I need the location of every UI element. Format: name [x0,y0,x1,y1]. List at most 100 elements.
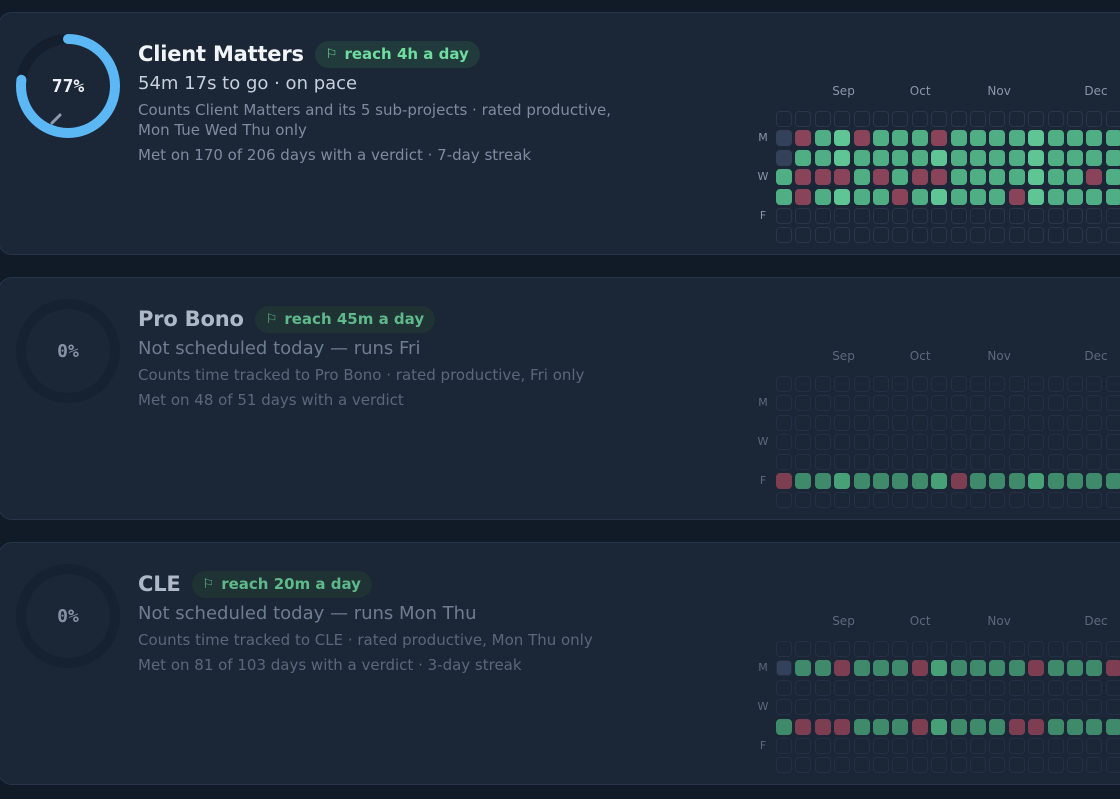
heatmap-day-cell[interactable] [931,149,948,166]
heatmap-day-cell[interactable] [970,473,986,489]
heatmap-day-cell[interactable] [1028,641,1045,657]
heatmap-day-cell[interactable] [1047,208,1064,224]
heatmap-day-cell[interactable] [1067,699,1083,716]
heatmap-day-cell[interactable] [853,757,870,774]
heatmap-day-cell[interactable] [892,227,909,244]
heatmap-day-cell[interactable] [776,395,792,412]
heatmap-day-cell[interactable] [1047,149,1064,166]
heatmap-day-cell[interactable] [853,453,870,470]
heatmap-day-cell[interactable] [814,660,831,677]
heatmap-day-cell[interactable] [795,130,812,147]
heatmap-day-cell[interactable] [1008,395,1025,412]
heatmap-day-cell[interactable] [931,473,948,489]
heatmap-day-cell[interactable] [853,434,870,451]
heatmap-day-cell[interactable] [1047,227,1064,244]
heatmap-day-cell[interactable] [873,111,889,127]
heatmap-day-cell[interactable] [776,169,792,186]
heatmap-day-cell[interactable] [1067,169,1083,186]
heatmap-day-cell[interactable] [911,453,928,470]
heatmap-day-cell[interactable] [1028,130,1045,147]
heatmap-day-cell[interactable] [873,208,889,224]
heatmap-day-cell[interactable] [795,414,812,431]
heatmap-day-cell[interactable] [989,395,1006,412]
heatmap-day-cell[interactable] [1067,679,1083,696]
heatmap-day-cell[interactable] [1028,473,1045,489]
heatmap-day-cell[interactable] [950,492,967,509]
heatmap-day-cell[interactable] [873,188,889,205]
heatmap-day-cell[interactable] [1105,395,1120,412]
heatmap-day-cell[interactable] [1008,414,1025,431]
heatmap-day-cell[interactable] [970,453,986,470]
heatmap-day-cell[interactable] [873,718,889,735]
goal-card-cle[interactable]: 0% CLE ⚐ reach 20m a day Not scheduled t… [0,542,1120,785]
heatmap-day-cell[interactable] [911,188,928,205]
heatmap-day-cell[interactable] [1028,660,1045,677]
heatmap-day-cell[interactable] [1047,453,1064,470]
heatmap-day-cell[interactable] [892,208,909,224]
heatmap-day-cell[interactable] [1067,376,1083,392]
heatmap-day-cell[interactable] [911,149,928,166]
heatmap-day-cell[interactable] [989,699,1006,716]
heatmap-day-cell[interactable] [970,376,986,392]
heatmap-day-cell[interactable] [834,738,851,754]
heatmap-day-cell[interactable] [1086,208,1103,224]
heatmap-day-cell[interactable] [776,130,792,147]
heatmap-day-cell[interactable] [911,641,928,657]
heatmap-day-cell[interactable] [950,679,967,696]
heatmap-day-cell[interactable] [795,169,812,186]
heatmap-day-cell[interactable] [853,679,870,696]
heatmap-day-cell[interactable] [814,227,831,244]
heatmap-day-cell[interactable] [1047,660,1064,677]
heatmap-day-cell[interactable] [950,453,967,470]
heatmap-day-cell[interactable] [776,738,792,754]
heatmap-day-cell[interactable] [931,660,948,677]
heatmap-day-cell[interactable] [950,111,967,127]
heatmap-day-cell[interactable] [1086,699,1103,716]
heatmap-day-cell[interactable] [1008,111,1025,127]
heatmap-day-cell[interactable] [931,641,948,657]
heatmap-day-cell[interactable] [950,718,967,735]
heatmap-day-cell[interactable] [1028,208,1045,224]
heatmap-day-cell[interactable] [814,395,831,412]
heatmap-day-cell[interactable] [970,738,986,754]
heatmap-day-cell[interactable] [1047,395,1064,412]
heatmap-day-cell[interactable] [892,757,909,774]
heatmap-day-cell[interactable] [931,492,948,509]
heatmap-day-cell[interactable] [892,434,909,451]
heatmap-day-cell[interactable] [1028,111,1045,127]
heatmap-day-cell[interactable] [873,473,889,489]
heatmap-day-cell[interactable] [1047,738,1064,754]
heatmap-day-cell[interactable] [950,641,967,657]
heatmap-day-cell[interactable] [873,660,889,677]
heatmap-day-cell[interactable] [931,227,948,244]
heatmap-day-cell[interactable] [1028,169,1045,186]
heatmap-day-cell[interactable] [970,641,986,657]
heatmap-day-cell[interactable] [911,738,928,754]
heatmap-day-cell[interactable] [814,453,831,470]
heatmap-day-cell[interactable] [970,149,986,166]
heatmap-day-cell[interactable] [931,395,948,412]
heatmap-day-cell[interactable] [1008,492,1025,509]
goal-title[interactable]: Client Matters [138,42,304,66]
heatmap-day-cell[interactable] [873,169,889,186]
heatmap-day-cell[interactable] [1067,395,1083,412]
heatmap-day-cell[interactable] [1067,149,1083,166]
heatmap-day-cell[interactable] [1008,738,1025,754]
heatmap-day-cell[interactable] [1008,718,1025,735]
heatmap-day-cell[interactable] [911,130,928,147]
heatmap-day-cell[interactable] [950,395,967,412]
heatmap-day-cell[interactable] [950,227,967,244]
heatmap-day-cell[interactable] [814,718,831,735]
heatmap-day-cell[interactable] [1105,169,1120,186]
heatmap-day-cell[interactable] [989,130,1006,147]
heatmap-day-cell[interactable] [1086,679,1103,696]
heatmap-day-cell[interactable] [834,208,851,224]
heatmap-day-cell[interactable] [795,376,812,392]
heatmap-day-cell[interactable] [970,679,986,696]
heatmap-day-cell[interactable] [873,699,889,716]
heatmap-day-cell[interactable] [892,718,909,735]
goal-card-pro-bono[interactable]: 0% Pro Bono ⚐ reach 45m a day Not schedu… [0,277,1120,520]
heatmap-day-cell[interactable] [873,395,889,412]
heatmap-day-cell[interactable] [1047,169,1064,186]
heatmap-day-cell[interactable] [1086,453,1103,470]
